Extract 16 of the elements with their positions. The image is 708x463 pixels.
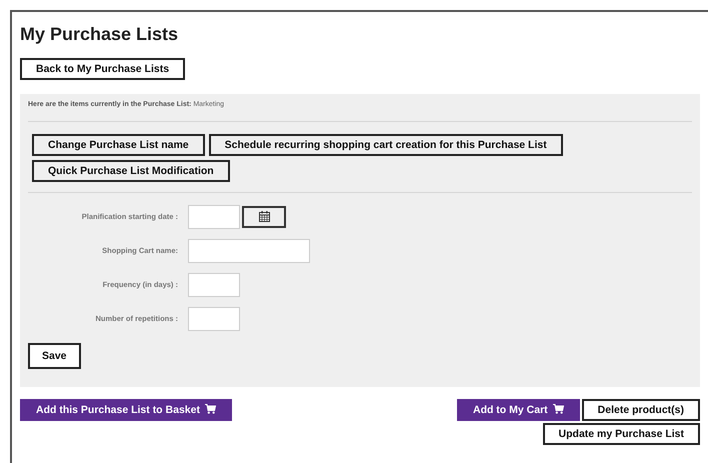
calendar-icon (258, 211, 270, 222)
input-field[interactable] (188, 204, 240, 228)
input-field[interactable] (188, 238, 310, 262)
input-field[interactable] (188, 272, 240, 296)
action-button[interactable]: Update my Purchase List (542, 422, 700, 444)
cart-button[interactable]: Add to My Cart (456, 398, 580, 420)
back-button[interactable]: Back to My Purchase Lists (20, 58, 186, 80)
cart-button[interactable]: Add this Purchase List to Basket (20, 398, 232, 420)
action-button[interactable]: Schedule recurring shopping cart creation for this Purchase List (208, 134, 563, 156)
input-field[interactable] (188, 306, 240, 330)
action-button[interactable]: Change Purchase List name (32, 134, 205, 156)
action-button[interactable]: Delete product(s) (582, 398, 700, 420)
action-button[interactable]: Quick Purchase List Modification (32, 160, 230, 182)
save-button[interactable]: Save (28, 342, 81, 368)
calendar-button[interactable] (242, 206, 286, 228)
page-title: My Purchase Lists (20, 23, 180, 46)
